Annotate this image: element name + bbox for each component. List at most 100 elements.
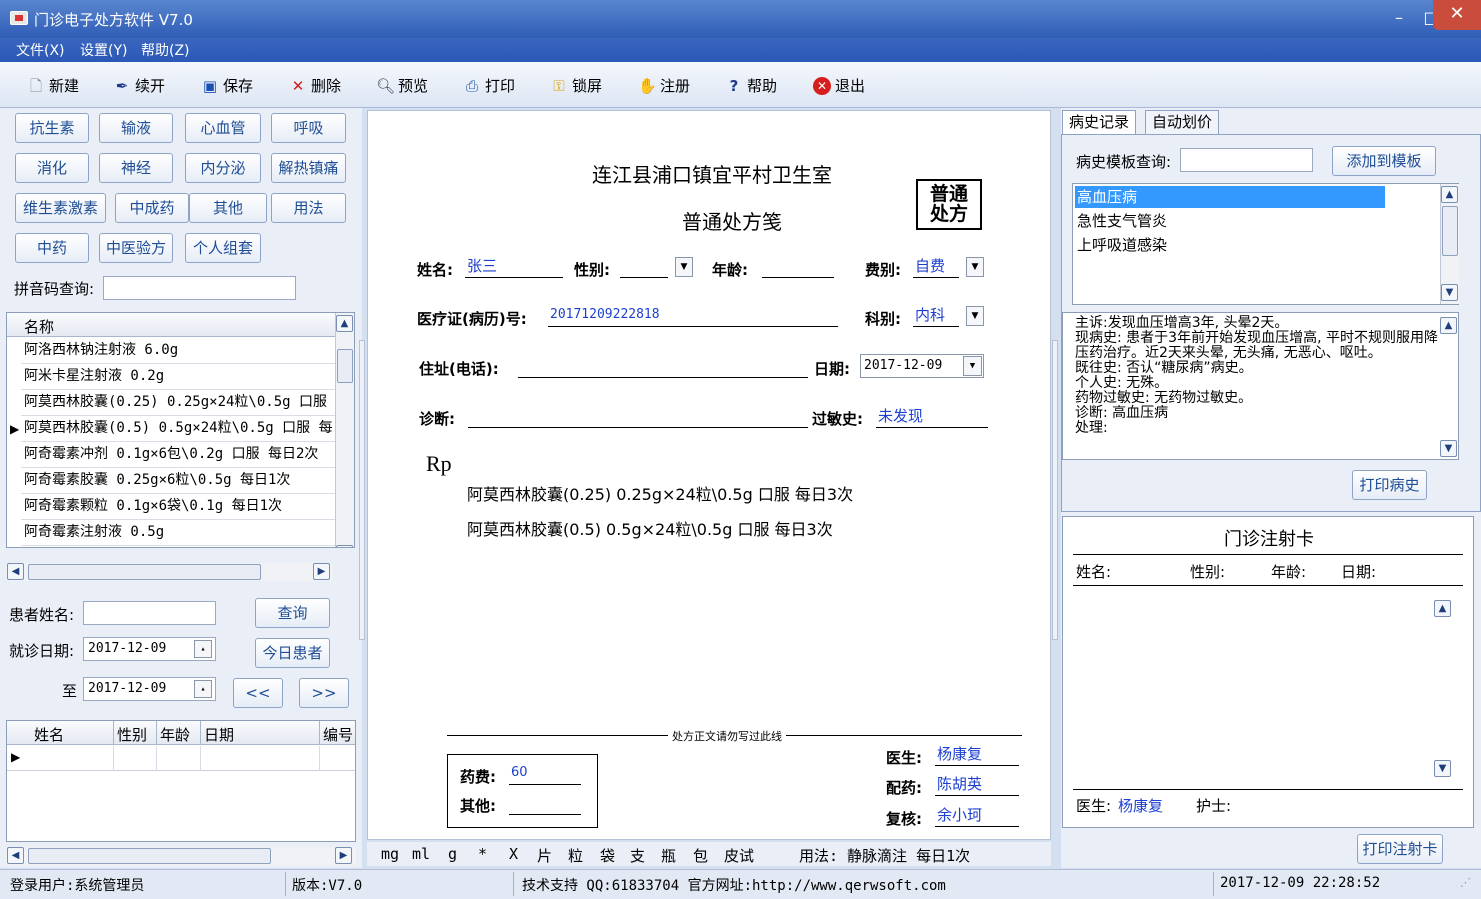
- list-item[interactable]: 阿洛西林钠注射液 6.0g: [21, 338, 335, 364]
- date-spinner-icon[interactable]: ▴: [194, 640, 212, 658]
- category-tcm-button[interactable]: 中药: [15, 233, 89, 263]
- tab-medical-history[interactable]: 病史记录: [1062, 110, 1137, 134]
- date-to-input[interactable]: 2017-12-09 ▴: [83, 677, 216, 701]
- delete-button[interactable]: ✕ 删除: [289, 75, 341, 96]
- allergy-field[interactable]: 未发现: [876, 406, 988, 428]
- other-fee-field[interactable]: [509, 793, 581, 815]
- template-list-scrollbar[interactable]: ▲ ▼: [1440, 184, 1459, 304]
- tab-auto-pricing[interactable]: 自动划价: [1145, 110, 1220, 134]
- unit-bottle[interactable]: 瓶: [661, 845, 676, 866]
- patient-name-field[interactable]: 张三: [465, 256, 563, 278]
- category-vitamin-button[interactable]: 维生素激素: [15, 193, 106, 223]
- department-dropdown-icon[interactable]: ▼: [966, 306, 984, 326]
- menu-file[interactable]: 文件(X): [16, 40, 65, 60]
- category-digestive-button[interactable]: 消化: [15, 153, 89, 183]
- print-history-button[interactable]: 打印病史: [1352, 470, 1427, 500]
- category-respiratory-button[interactable]: 呼吸: [271, 113, 346, 143]
- department-field[interactable]: 内科: [913, 305, 959, 327]
- preview-button[interactable]: 🔍︎ 预览: [376, 75, 428, 96]
- address-field[interactable]: [518, 356, 808, 378]
- drug-list-scrollbar[interactable]: ▲ ▼: [335, 313, 354, 547]
- calendar-dropdown-icon[interactable]: ▼: [963, 356, 982, 376]
- category-patent-medicine-button[interactable]: 中成药: [115, 193, 189, 223]
- exit-button[interactable]: ✕ 退出: [813, 75, 865, 96]
- drug-list-hscroll[interactable]: ◀ ▶: [6, 563, 333, 581]
- list-item[interactable]: 阿奇霉素注射液 0.5g: [21, 520, 335, 546]
- close-icon[interactable]: ✕: [1433, 0, 1481, 30]
- save-button[interactable]: ▣ 保存: [201, 75, 253, 96]
- unit-ampoule[interactable]: 支: [630, 845, 645, 866]
- list-item[interactable]: 阿奇霉素胶囊 0.25g×6粒\0.5g 每日1次: [21, 468, 335, 494]
- scroll-thumb[interactable]: [1442, 206, 1458, 256]
- reviewer-field[interactable]: 余小珂: [935, 805, 1019, 827]
- prescription-item[interactable]: 阿莫西林胶囊(0.5) 0.5g×24粒\0.5g 口服 每日3次: [467, 516, 833, 540]
- unit-skin-test[interactable]: 皮试: [724, 845, 754, 866]
- list-item[interactable]: 阿奇霉素颗粒 0.1g×6袋\0.1g 每日1次: [21, 494, 335, 520]
- record-number-field[interactable]: 20171209222818: [548, 305, 838, 327]
- query-button[interactable]: 查询: [255, 598, 330, 628]
- patient-grid-hscroll[interactable]: ◀ ▶: [6, 847, 356, 865]
- scroll-thumb[interactable]: [337, 349, 353, 383]
- category-infusion-button[interactable]: 输液: [99, 113, 173, 143]
- register-button[interactable]: ✋ 注册: [638, 75, 690, 96]
- menu-settings[interactable]: 设置(Y): [80, 40, 127, 60]
- unit-pack[interactable]: 包: [693, 845, 708, 866]
- today-patients-button[interactable]: 今日患者: [255, 638, 330, 668]
- dispenser-field[interactable]: 陈胡英: [935, 774, 1019, 796]
- unit-ml[interactable]: ml: [412, 845, 430, 863]
- unit-star[interactable]: *: [478, 845, 487, 863]
- continue-button[interactable]: ✒ 续开: [113, 75, 165, 96]
- age-field[interactable]: [762, 256, 834, 278]
- unit-x[interactable]: X: [509, 845, 518, 863]
- list-item[interactable]: 急性支气管炎: [1075, 210, 1167, 232]
- category-tcm-recipe-button[interactable]: 中医验方: [99, 233, 173, 263]
- pinyin-search-input[interactable]: [103, 276, 296, 300]
- left-splitter[interactable]: [359, 340, 365, 640]
- resize-grip-icon[interactable]: ⋰: [1460, 876, 1471, 889]
- fee-type-field[interactable]: 自费: [913, 256, 959, 278]
- prescription-item[interactable]: 阿莫西林胶囊(0.25) 0.25g×24粒\0.5g 口服 每日3次: [467, 481, 853, 505]
- menu-help[interactable]: 帮助(Z): [141, 40, 190, 60]
- category-antibiotics-button[interactable]: 抗生素: [15, 113, 89, 143]
- doctor-field[interactable]: 杨康复: [935, 744, 1019, 766]
- fee-dropdown-icon[interactable]: ▼: [966, 257, 984, 277]
- prescription-date-picker[interactable]: 2017-12-09 ▼: [860, 354, 984, 378]
- category-usage-button[interactable]: 用法: [271, 193, 346, 223]
- scroll-up-icon[interactable]: ▲: [1441, 186, 1458, 203]
- category-endocrine-button[interactable]: 内分泌: [185, 153, 261, 183]
- unit-g[interactable]: g: [448, 845, 457, 863]
- patient-name-input[interactable]: [83, 601, 216, 625]
- diagnosis-field[interactable]: [468, 406, 808, 428]
- list-item[interactable]: 上呼吸道感染: [1075, 234, 1167, 256]
- scroll-up-icon[interactable]: ▲: [1440, 317, 1457, 334]
- scroll-down-icon[interactable]: ▼: [1440, 440, 1457, 457]
- unit-bag[interactable]: 袋: [600, 845, 615, 866]
- drug-fee-field[interactable]: 60: [509, 763, 581, 785]
- hscroll-thumb[interactable]: [28, 848, 271, 864]
- hscroll-thumb[interactable]: [28, 564, 261, 580]
- lock-button[interactable]: ⚿ 锁屏: [550, 75, 602, 96]
- sex-dropdown-icon[interactable]: ▼: [675, 257, 693, 277]
- scroll-down-icon[interactable]: ▼: [1441, 284, 1458, 301]
- add-to-template-button[interactable]: 添加到模板: [1332, 146, 1436, 176]
- list-item[interactable]: 阿莫西林胶囊(0.25) 0.25g×24粒\0.5g 口服 每日3次: [21, 390, 335, 416]
- scroll-right-icon[interactable]: ▶: [313, 563, 330, 580]
- scroll-up-icon[interactable]: ▲: [1434, 600, 1451, 617]
- template-search-input[interactable]: [1180, 148, 1313, 172]
- category-neuro-button[interactable]: 神经: [99, 153, 173, 183]
- right-splitter[interactable]: [1052, 340, 1058, 640]
- list-item[interactable]: 阿奇霉素冲剂 0.1g×6包\0.2g 口服 每日2次: [21, 442, 335, 468]
- scroll-up-icon[interactable]: ▲: [336, 315, 353, 332]
- new-button[interactable]: 🗋 新建: [27, 75, 79, 96]
- help-button[interactable]: ? 帮助: [725, 75, 777, 96]
- category-personal-set-button[interactable]: 个人组套: [185, 233, 261, 263]
- next-page-button[interactable]: >>: [299, 678, 349, 708]
- unit-capsule[interactable]: 粒: [568, 845, 583, 866]
- unit-tablet[interactable]: 片: [537, 845, 552, 866]
- unit-mg[interactable]: mg: [381, 845, 399, 863]
- list-item[interactable]: 高血压病: [1075, 186, 1385, 208]
- scroll-left-icon[interactable]: ◀: [7, 563, 24, 580]
- list-item[interactable]: 阿米卡星注射液 0.2g: [21, 364, 335, 390]
- medical-record-text[interactable]: 主诉:发现血压增高3年, 头晕2天。 现病史: 患者于3年前开始发现血压增高, 平…: [1062, 312, 1459, 460]
- scroll-down-icon[interactable]: ▼: [1434, 760, 1451, 777]
